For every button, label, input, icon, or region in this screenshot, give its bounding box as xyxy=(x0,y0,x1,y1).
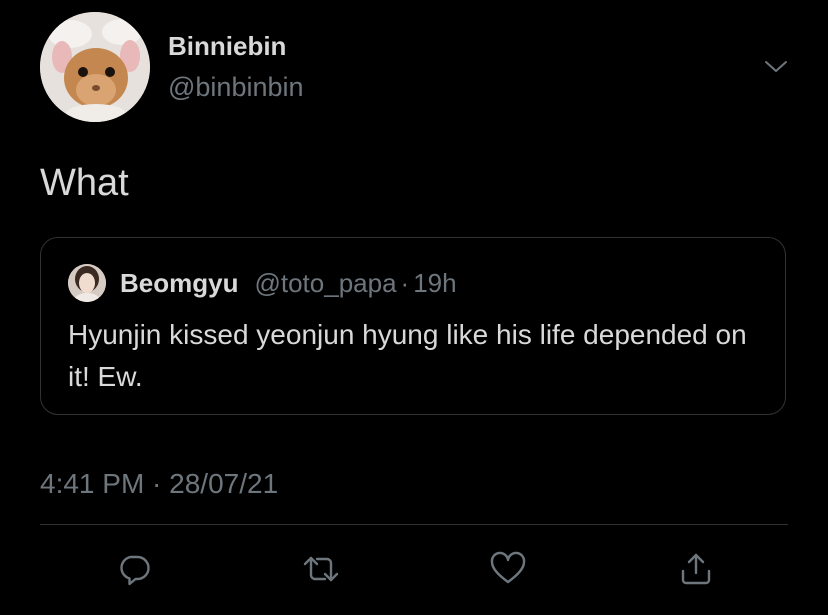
quoted-tweet-age: 19h xyxy=(413,267,457,298)
retweet-icon[interactable] xyxy=(301,549,341,589)
quoted-tweet-text: Hyunjin kissed yeonjun hyung like his li… xyxy=(68,319,747,392)
meta-separator: · xyxy=(400,267,410,298)
author-display-name[interactable]: Binniebin xyxy=(168,30,286,62)
quoted-tweet[interactable]: Beomgyu @toto_papa · 19h Hyunjin kissed … xyxy=(40,237,786,415)
share-icon[interactable] xyxy=(676,549,716,589)
author-handle[interactable]: @binbinbin xyxy=(168,70,304,104)
quoted-author-handle: @toto_papa xyxy=(254,267,397,298)
tweet-timestamp[interactable]: 4:41 PM · 28/07/21 xyxy=(40,466,278,502)
chevron-down-icon[interactable] xyxy=(764,56,788,76)
reply-icon[interactable] xyxy=(114,549,154,589)
quoted-author-avatar[interactable] xyxy=(68,264,106,302)
heart-icon[interactable] xyxy=(488,549,528,589)
quoted-tweet-header: Beomgyu @toto_papa · 19h xyxy=(120,265,457,301)
quoted-author-display-name: Beomgyu xyxy=(120,267,239,298)
tweet-card: Binniebin @binbinbin What Beomgyu @toto_… xyxy=(0,0,828,615)
divider xyxy=(40,524,788,525)
author-avatar[interactable] xyxy=(40,12,150,122)
tweet-text: What xyxy=(40,162,129,204)
